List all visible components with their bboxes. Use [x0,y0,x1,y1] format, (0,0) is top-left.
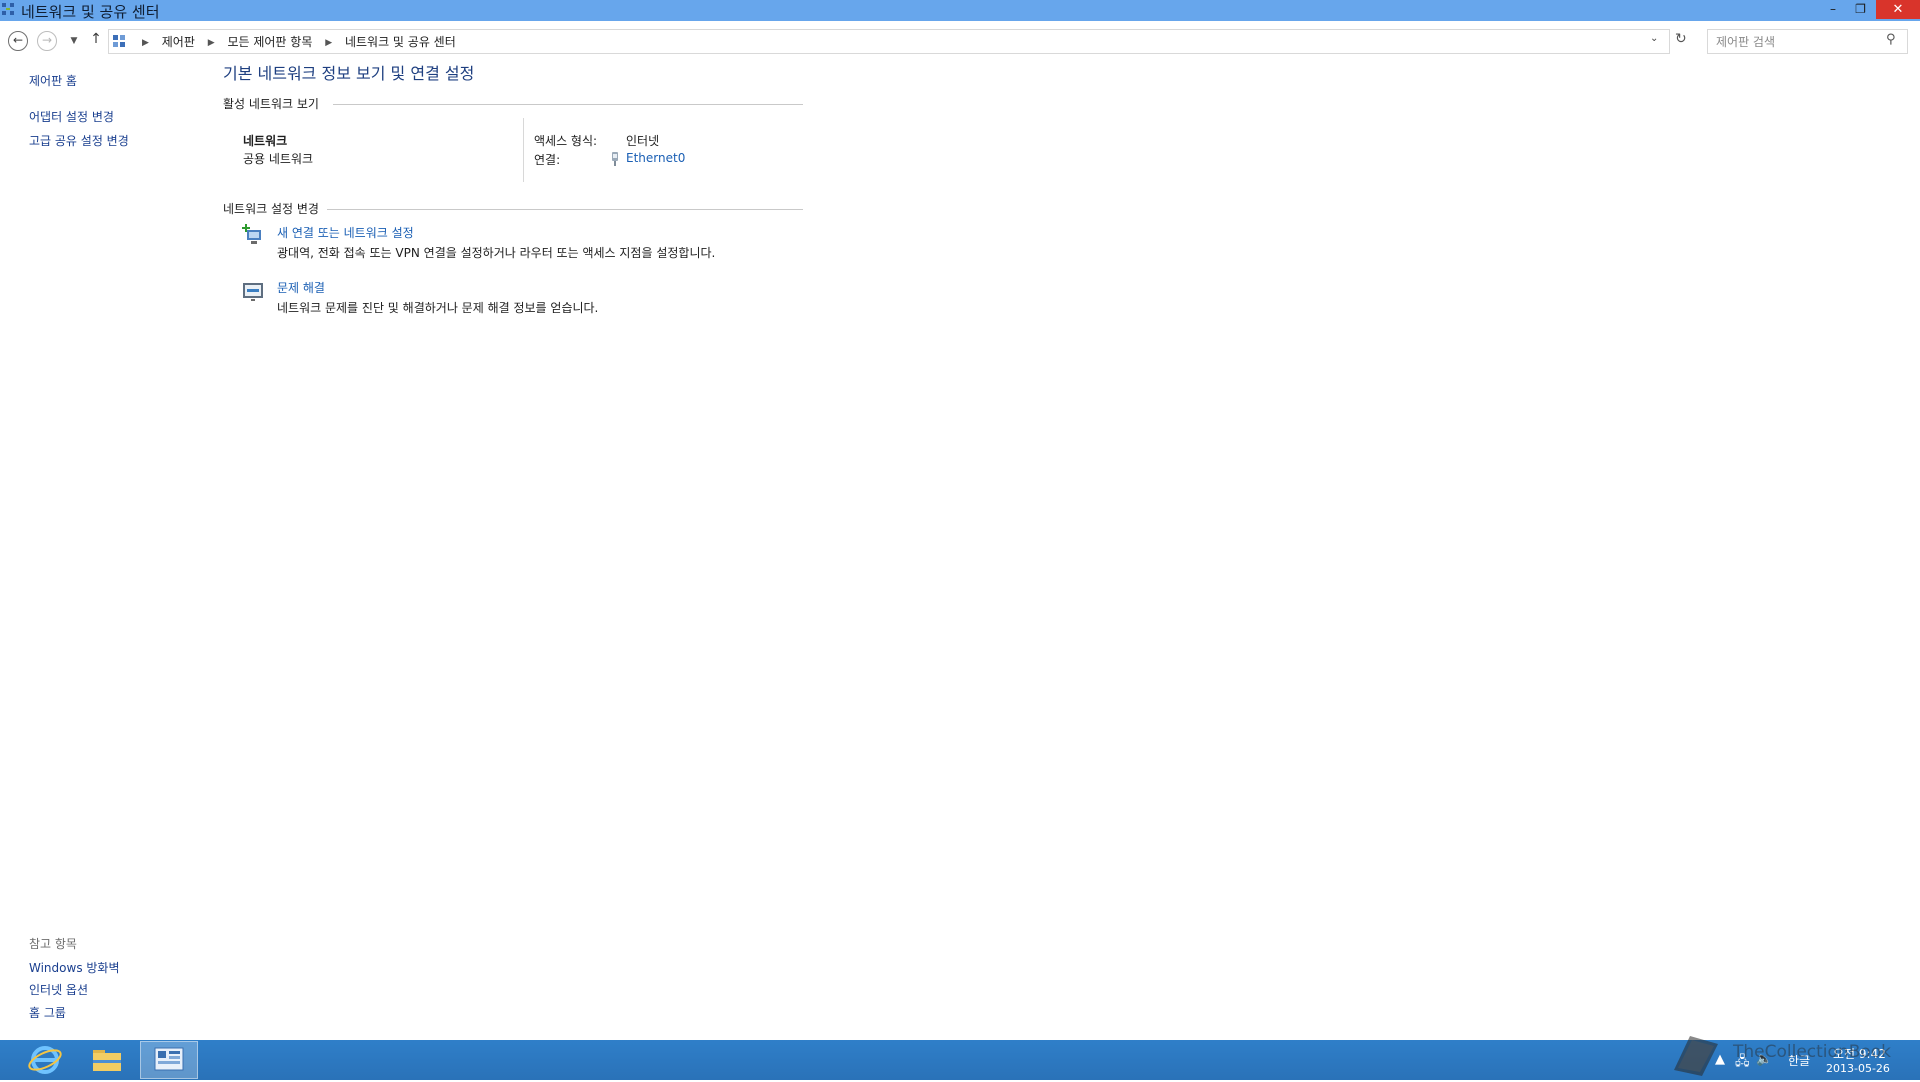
troubleshoot-icon [243,283,263,301]
control-panel-icon [154,1047,184,1071]
see-also-internet-options[interactable]: 인터넷 옵션 [29,981,88,998]
new-connection-link[interactable]: 새 연결 또는 네트워크 설정 [277,224,414,241]
see-also-windows-firewall[interactable]: Windows 방화벽 [29,959,120,976]
breadcrumb: ▶ 제어판 ▶ 모든 제어판 항목 ▶ 네트워크 및 공유 센터 [133,33,456,50]
title-bar: 네트워크 및 공유 센터 – ❐ ✕ [0,0,1920,21]
breadcrumb-control-panel[interactable]: 제어판 [162,35,195,49]
access-type-label: 액세스 형식: [534,134,598,148]
search-input[interactable]: 제어판 검색 ⚲ [1707,29,1908,54]
connection-label: 연결: [534,153,561,167]
back-button[interactable]: ← [8,31,28,51]
troubleshoot-link[interactable]: 문제 해결 [277,279,325,296]
control-panel-icon [113,35,125,47]
taskbar-file-explorer[interactable] [78,1041,136,1079]
see-also-homegroup[interactable]: 홈 그룹 [29,1004,66,1021]
up-button[interactable]: ↑ [86,30,106,50]
search-icon[interactable]: ⚲ [1886,32,1896,47]
section-divider [333,104,803,105]
close-button[interactable]: ✕ [1876,0,1920,19]
internet-explorer-icon [28,1046,62,1074]
taskbar: ▲ 🖧 🔈 한글 오전 9:42 2013-05-26 [0,1040,1920,1080]
see-also-header: 참고 항목 [29,937,77,951]
nav-control-panel-home[interactable]: 제어판 홈 [29,72,77,89]
page-title: 기본 네트워크 정보 보기 및 연결 설정 [223,64,475,83]
nav-change-adapter-settings[interactable]: 어댑터 설정 변경 [29,108,114,125]
watermark-text: TheCollectionBook [1733,1042,1892,1062]
new-connection-desc: 광대역, 전화 접속 또는 VPN 연결을 설정하거나 라우터 또는 액세스 지… [277,246,716,260]
window-title: 네트워크 및 공유 센터 [21,3,160,21]
address-bar[interactable]: ▶ 제어판 ▶ 모든 제어판 항목 ▶ 네트워크 및 공유 센터 ⌄ ↻ [108,29,1687,54]
search-placeholder: 제어판 검색 [1716,35,1776,49]
network-name: 네트워크 [243,134,288,148]
breadcrumb-network-center[interactable]: 네트워크 및 공유 센터 [345,35,456,49]
navigation-bar: ← → ▼ ↑ ▶ 제어판 ▶ 모든 제어판 항목 ▶ 네트워크 및 공유 센터… [0,21,1920,59]
chevron-right-icon[interactable]: ▶ [142,38,149,48]
forward-button[interactable]: → [37,31,57,51]
watermark-book-icon [1674,1036,1718,1076]
access-type-value: 인터넷 [626,134,660,148]
folder-icon [93,1050,121,1071]
taskbar-internet-explorer[interactable] [16,1041,74,1079]
vertical-divider [523,118,524,182]
troubleshoot-desc: 네트워크 문제를 진단 및 해결하거나 문제 해결 정보를 얻습니다. [277,301,599,315]
section-divider [327,209,803,210]
ethernet-icon [612,152,618,166]
network-type[interactable]: 공용 네트워크 [243,150,313,167]
chevron-down-icon[interactable]: ⌄ [1650,33,1658,44]
change-settings-header: 네트워크 설정 변경 [223,202,319,216]
new-connection-icon [242,224,261,244]
network-center-icon [2,3,14,15]
recent-locations-button[interactable]: ▼ [64,32,84,52]
chevron-right-icon[interactable]: ▶ [325,38,332,48]
nav-advanced-sharing-settings[interactable]: 고급 공유 설정 변경 [29,132,129,149]
breadcrumb-all-items[interactable]: 모든 제어판 항목 [227,35,312,49]
minimize-button[interactable]: – [1819,0,1847,19]
chevron-right-icon[interactable]: ▶ [208,38,215,48]
taskbar-control-panel[interactable] [140,1041,198,1079]
clock-date[interactable]: 2013-05-26 [1826,1062,1890,1075]
ethernet-connection-link[interactable]: Ethernet0 [626,151,685,165]
refresh-icon[interactable]: ↻ [1675,31,1687,47]
restore-button[interactable]: ❐ [1847,0,1874,19]
active-networks-header: 활성 네트워크 보기 [223,97,319,111]
